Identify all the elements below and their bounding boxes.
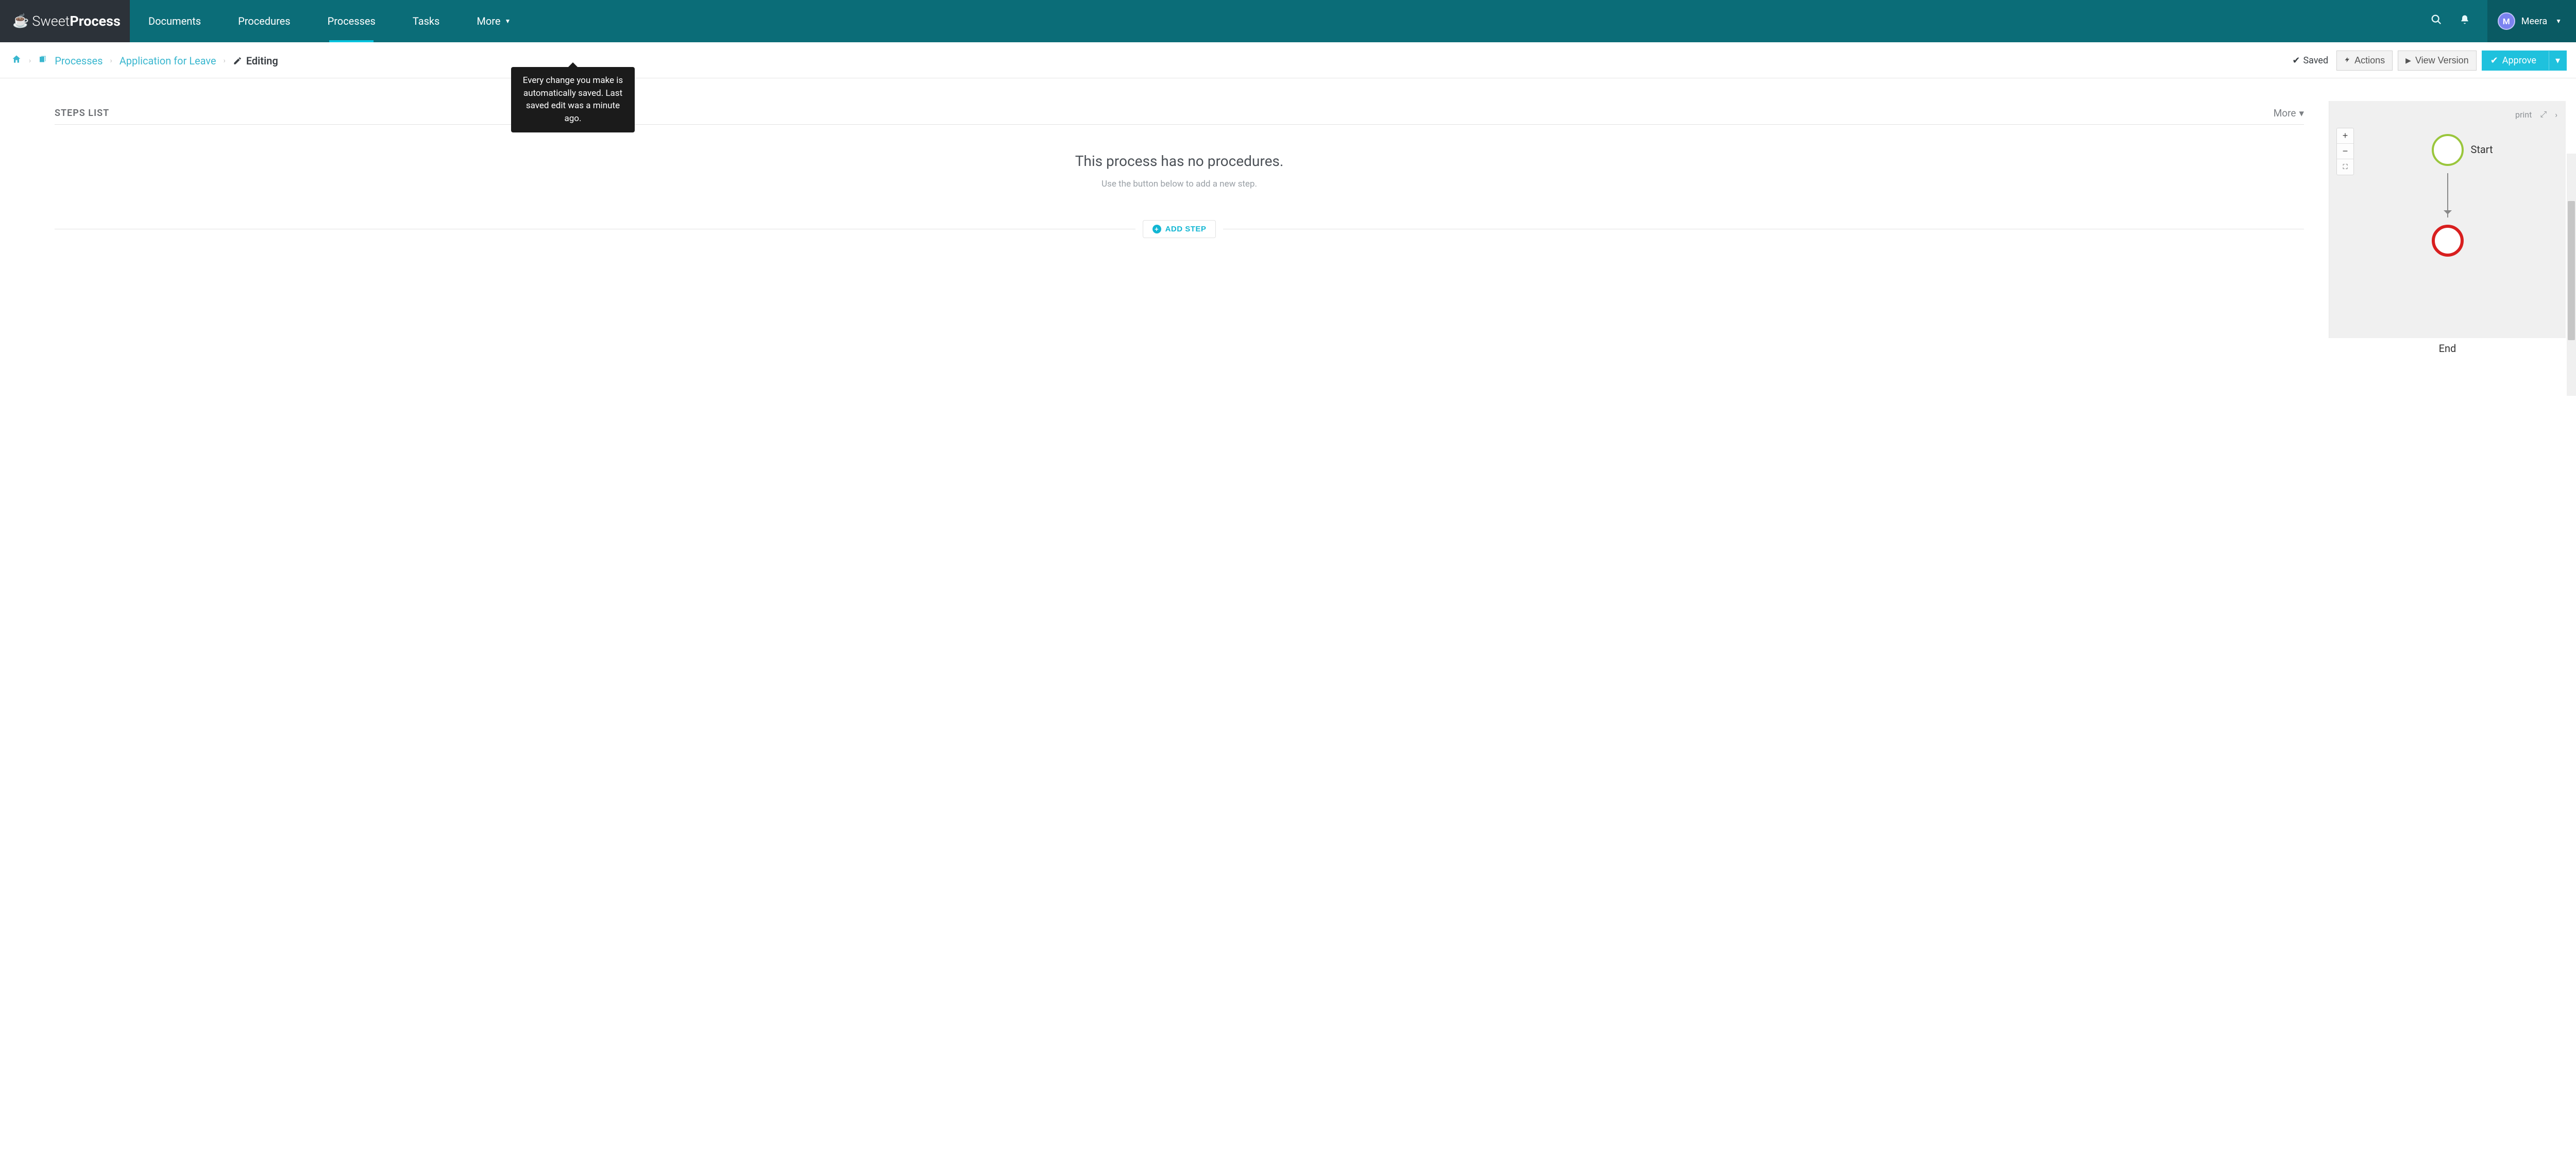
approve-label: Approve: [2502, 55, 2536, 66]
print-button[interactable]: print: [2515, 110, 2532, 120]
brand-bold: Process: [70, 13, 121, 29]
nav-label: More: [477, 15, 500, 27]
saved-label: Saved: [2303, 55, 2328, 66]
steps-header: STEPS LIST More ▾: [55, 107, 2304, 125]
steps-more-label: More: [2274, 107, 2296, 119]
breadcrumb-processes[interactable]: Processes: [55, 55, 103, 67]
user-name: Meera: [2521, 16, 2547, 27]
approve-split[interactable]: ▾: [2549, 51, 2566, 70]
add-step-button[interactable]: + ADD STEP: [1143, 220, 1216, 238]
saved-tooltip: Every change you make is automatically s…: [511, 67, 635, 132]
zoom-fit-button[interactable]: ⛶: [2337, 159, 2353, 175]
zoom-controls: + − ⛶: [2336, 128, 2354, 175]
bell-icon[interactable]: [2460, 14, 2470, 28]
zoom-in-button[interactable]: +: [2337, 128, 2353, 144]
check-icon: ✔: [2490, 55, 2498, 66]
add-step-row: + ADD STEP: [55, 220, 2304, 238]
breadcrumb-editing: Editing: [233, 55, 278, 67]
actions-button[interactable]: Actions: [2336, 51, 2393, 71]
nav-label: Tasks: [413, 15, 440, 27]
top-nav: ☕ SweetProcess Documents Procedures Proc…: [0, 0, 2576, 42]
nav-tasks[interactable]: Tasks: [394, 0, 459, 42]
diagram-panel: print ⤢ › + − ⛶ Start End: [2329, 101, 2566, 338]
breadcrumb-item[interactable]: Application for Leave: [120, 55, 216, 67]
play-icon: ▶: [2405, 56, 2411, 65]
caret-down-icon: ▾: [2555, 55, 2560, 66]
start-node[interactable]: [2432, 134, 2464, 166]
user-menu[interactable]: M Meera ▼: [2487, 0, 2576, 42]
start-label: Start: [2471, 143, 2493, 156]
zoom-out-button[interactable]: −: [2337, 144, 2353, 159]
home-icon[interactable]: [11, 54, 22, 67]
pencil-icon: [233, 56, 242, 65]
breadcrumb-sep: ›: [29, 57, 31, 65]
breadcrumb: › Processes › Application for Leave › Ed…: [11, 54, 278, 67]
body-area: STEPS LIST More ▾ This process has no pr…: [0, 78, 2576, 1156]
brand-thin: Sweet: [32, 13, 70, 29]
end-label: End: [2439, 342, 2456, 355]
empty-sub: Use the button below to add a new step.: [55, 179, 2304, 189]
subbar-actions: ✔ Saved Actions ▶ View Version ✔ Approve…: [2292, 51, 2567, 71]
nav-procedures[interactable]: Procedures: [219, 0, 309, 42]
check-icon: ✔: [2292, 55, 2300, 66]
search-icon[interactable]: [2431, 14, 2442, 28]
tooltip-text: Every change you make is automatically s…: [523, 75, 623, 124]
avatar: M: [2498, 12, 2515, 30]
brand-logo[interactable]: ☕ SweetProcess: [0, 0, 130, 42]
nav-label: Processes: [328, 15, 376, 27]
diagram-toolbar: print ⤢ ›: [2515, 109, 2557, 120]
avatar-initial: M: [2503, 16, 2510, 26]
chevron-right-icon[interactable]: ›: [2555, 110, 2557, 120]
steps-title: STEPS LIST: [55, 108, 109, 119]
saved-indicator[interactable]: ✔ Saved: [2292, 55, 2328, 66]
bolt-icon: [2344, 56, 2350, 65]
actions-label: Actions: [2354, 55, 2385, 66]
end-node[interactable]: [2432, 225, 2464, 257]
nav-label: Documents: [148, 15, 201, 27]
topnav-right: M Meera ▼: [2431, 0, 2576, 42]
breadcrumb-sep: ›: [110, 57, 112, 65]
steps-column: STEPS LIST More ▾ This process has no pr…: [0, 78, 2329, 1156]
sub-bar: › Processes › Application for Leave › Ed…: [0, 42, 2576, 78]
scrollbar-thumb[interactable]: [2568, 201, 2575, 340]
view-version-label: View Version: [2415, 55, 2469, 66]
nav-label: Procedures: [238, 15, 291, 27]
nav-documents[interactable]: Documents: [130, 0, 219, 42]
flow-arrow: [2447, 173, 2448, 217]
plus-icon: +: [1153, 225, 1161, 233]
breadcrumb-sep: ›: [223, 57, 225, 65]
chevron-down-icon: ▼: [2555, 18, 2562, 25]
empty-heading: This process has no procedures.: [55, 153, 2304, 170]
steps-more[interactable]: More ▾: [2274, 107, 2304, 119]
approve-button[interactable]: ✔ Approve ▾: [2482, 51, 2567, 71]
chevron-down-icon: ▼: [504, 18, 511, 25]
steps-empty: This process has no procedures. Use the …: [55, 153, 2304, 189]
chevron-down-icon: ▾: [2299, 107, 2304, 119]
cup-icon: ☕: [12, 13, 29, 29]
add-step-label: ADD STEP: [1165, 225, 1207, 233]
expand-icon[interactable]: ⤢: [2540, 109, 2547, 120]
nav-more[interactable]: More ▼: [458, 0, 529, 42]
main-nav: Documents Procedures Processes Tasks Mor…: [130, 0, 529, 42]
editing-label: Editing: [246, 55, 278, 67]
flowchart: Start End: [2432, 134, 2464, 257]
nav-processes[interactable]: Processes: [309, 0, 394, 42]
view-version-button[interactable]: ▶ View Version: [2398, 51, 2477, 71]
processes-icon: [38, 55, 47, 67]
